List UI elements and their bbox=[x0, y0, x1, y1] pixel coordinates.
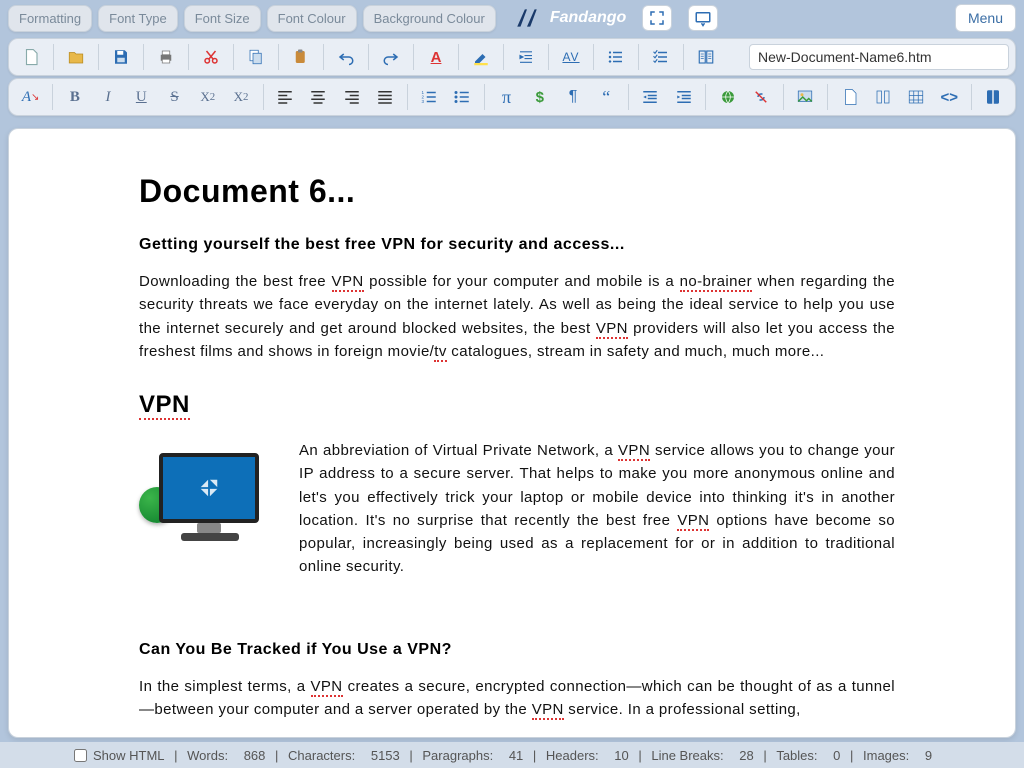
heading-vpn: VPN bbox=[139, 391, 895, 419]
formatting-dropdown[interactable]: Formatting bbox=[8, 5, 92, 32]
new-doc-button[interactable] bbox=[15, 43, 47, 71]
print-button[interactable] bbox=[150, 43, 182, 71]
ordered-list-button[interactable]: 123 bbox=[413, 83, 444, 111]
headers-value: 10 bbox=[614, 748, 628, 763]
lb-label: Line Breaks: bbox=[651, 748, 723, 763]
insert-pi-button[interactable]: π bbox=[491, 83, 522, 111]
code-button[interactable]: <> bbox=[934, 83, 965, 111]
filename-input[interactable] bbox=[749, 44, 1009, 70]
unlink-button[interactable] bbox=[746, 83, 777, 111]
char-spacing-button[interactable]: AV bbox=[555, 43, 587, 71]
app-logo-icon bbox=[514, 5, 540, 31]
indent-button[interactable] bbox=[510, 43, 542, 71]
link-button[interactable] bbox=[712, 83, 743, 111]
font-type-dropdown[interactable]: Font Type bbox=[98, 5, 178, 32]
cut-button[interactable] bbox=[195, 43, 227, 71]
svg-text:3: 3 bbox=[422, 99, 425, 104]
fullscreen-button[interactable] bbox=[642, 5, 672, 31]
tables-label: Tables: bbox=[776, 748, 817, 763]
highlight-button[interactable] bbox=[465, 43, 497, 71]
doc-para-2: An abbreviation of Virtual Private Netwo… bbox=[299, 439, 895, 579]
doc-subtitle: Getting yourself the best free VPN for s… bbox=[139, 236, 895, 254]
subscript-button[interactable]: X2 bbox=[225, 83, 256, 111]
insert-table-button[interactable] bbox=[900, 83, 931, 111]
save-button[interactable] bbox=[105, 43, 137, 71]
doc-para-1: Downloading the best free VPN possible f… bbox=[139, 270, 895, 363]
dictionary-button[interactable] bbox=[978, 83, 1009, 111]
heading-track: Can You Be Tracked if You Use a VPN? bbox=[139, 641, 895, 659]
columns-button[interactable] bbox=[690, 43, 722, 71]
doc-title: Document 6... bbox=[139, 173, 895, 210]
insert-columns-button[interactable] bbox=[867, 83, 898, 111]
italic-button[interactable]: I bbox=[92, 83, 123, 111]
document-canvas[interactable]: Document 6... Getting yourself the best … bbox=[8, 128, 1016, 738]
font-size-dropdown[interactable]: Font Size bbox=[184, 5, 261, 32]
doc-para-3: In the simplest terms, a VPN creates a s… bbox=[139, 675, 895, 722]
presentation-button[interactable] bbox=[688, 5, 718, 31]
chars-label: Characters: bbox=[288, 748, 355, 763]
paste-button[interactable] bbox=[285, 43, 317, 71]
undo-button[interactable] bbox=[330, 43, 362, 71]
show-html-checkbox[interactable] bbox=[74, 749, 87, 762]
toolbar-row-1: A AV bbox=[8, 38, 1016, 76]
paras-value: 41 bbox=[509, 748, 523, 763]
insert-page-button[interactable] bbox=[834, 83, 865, 111]
outdent-button[interactable] bbox=[635, 83, 666, 111]
strike-button[interactable]: S bbox=[159, 83, 190, 111]
lb-value: 28 bbox=[739, 748, 753, 763]
open-button[interactable] bbox=[60, 43, 92, 71]
headers-label: Headers: bbox=[546, 748, 599, 763]
redo-button[interactable] bbox=[375, 43, 407, 71]
insert-quote-button[interactable]: “ bbox=[591, 83, 622, 111]
status-bar: Show HTML | Words: 868 | Characters: 515… bbox=[0, 742, 1024, 768]
show-pilcrow-button[interactable]: ¶ bbox=[557, 83, 588, 111]
tables-value: 0 bbox=[833, 748, 840, 763]
font-colour-dropdown[interactable]: Font Colour bbox=[267, 5, 357, 32]
list-style-button[interactable] bbox=[600, 43, 632, 71]
underline-button[interactable]: U bbox=[126, 83, 157, 111]
words-value: 868 bbox=[244, 748, 266, 763]
superscript-button[interactable]: X2 bbox=[192, 83, 223, 111]
checklist-button[interactable] bbox=[645, 43, 677, 71]
app-name: Fandango bbox=[550, 9, 626, 27]
vpn-illustration bbox=[139, 453, 269, 553]
font-color-button[interactable]: A bbox=[420, 43, 452, 71]
align-center-button[interactable] bbox=[303, 83, 334, 111]
background-colour-dropdown[interactable]: Background Colour bbox=[363, 5, 496, 32]
insert-image-button[interactable] bbox=[790, 83, 821, 111]
top-menu-bar: Formatting Font Type Font Size Font Colo… bbox=[0, 0, 1024, 36]
images-value: 9 bbox=[925, 748, 932, 763]
align-right-button[interactable] bbox=[336, 83, 367, 111]
menu-button[interactable]: Menu bbox=[955, 4, 1016, 32]
align-left-button[interactable] bbox=[270, 83, 301, 111]
bold-button[interactable]: B bbox=[59, 83, 90, 111]
show-html-label: Show HTML bbox=[93, 748, 165, 763]
clear-format-button[interactable]: A↘ bbox=[15, 83, 46, 111]
copy-button[interactable] bbox=[240, 43, 272, 71]
monitor-icon bbox=[159, 453, 259, 523]
insert-dollar-button[interactable]: $ bbox=[524, 83, 555, 111]
images-label: Images: bbox=[863, 748, 909, 763]
unordered-list-button[interactable] bbox=[447, 83, 478, 111]
words-label: Words: bbox=[187, 748, 228, 763]
indent2-button[interactable] bbox=[668, 83, 699, 111]
toolbar-row-2: A↘ B I U S X2 X2 123 π $ ¶ “ <> bbox=[8, 78, 1016, 116]
align-justify-button[interactable] bbox=[369, 83, 400, 111]
chars-value: 5153 bbox=[371, 748, 400, 763]
paras-label: Paragraphs: bbox=[422, 748, 493, 763]
